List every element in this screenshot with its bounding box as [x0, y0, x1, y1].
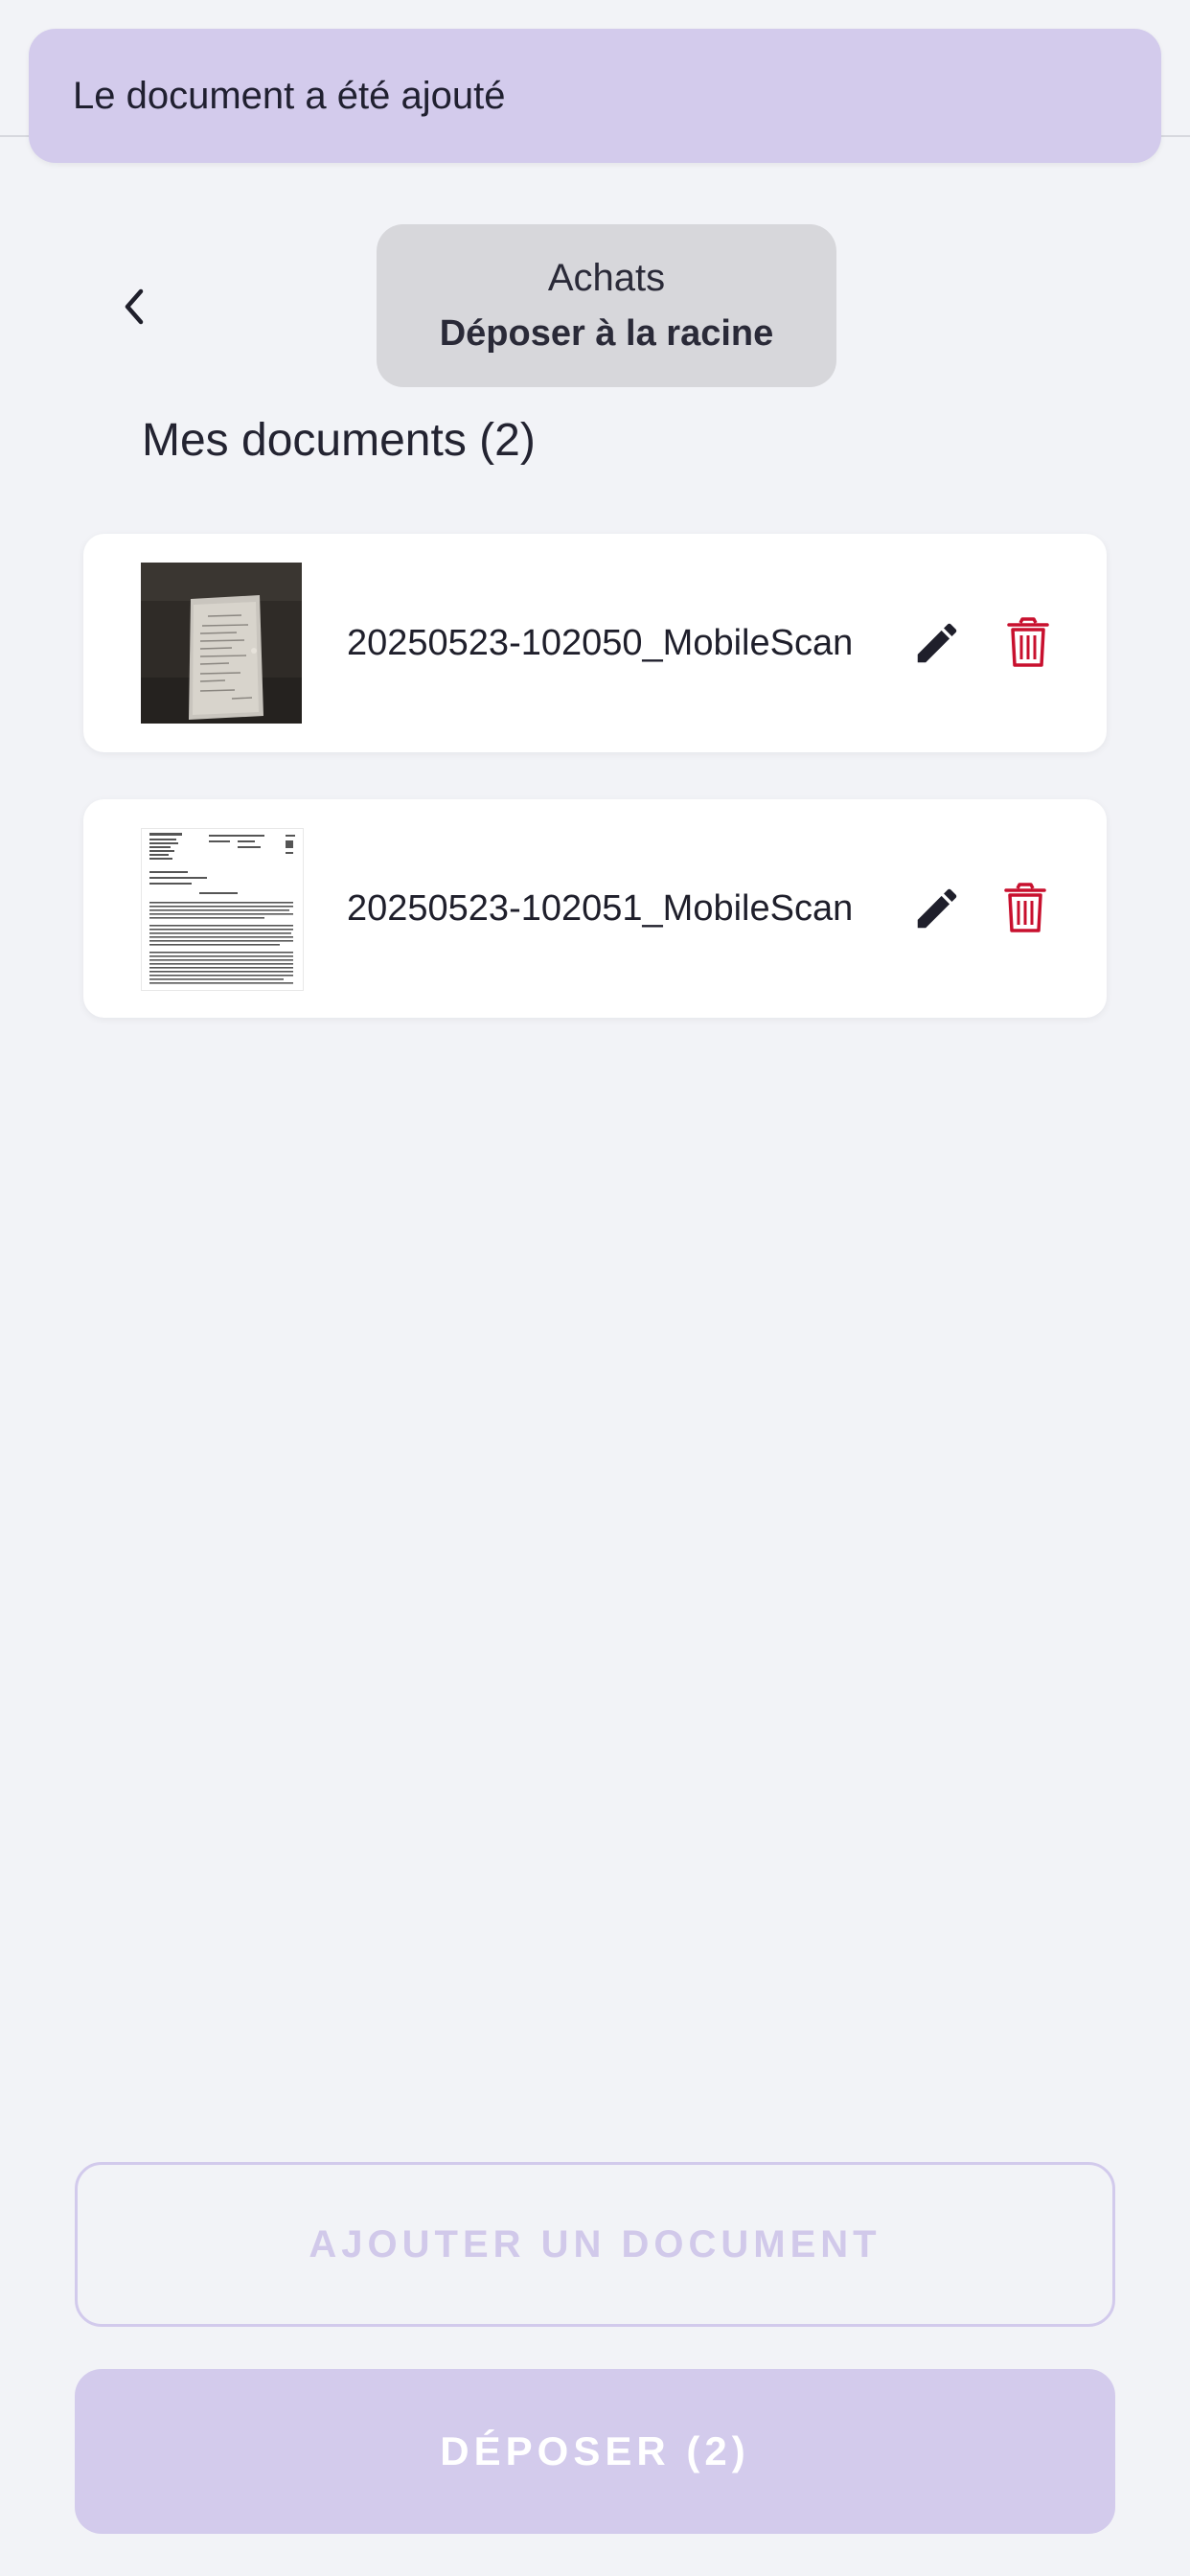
delete-button[interactable] — [994, 609, 1063, 678]
trash-icon — [1004, 883, 1046, 932]
delete-button[interactable] — [991, 874, 1060, 943]
document-card[interactable]: 20250523-102050_MobileScan — [83, 534, 1107, 752]
submit-label: DÉPOSER (2) — [440, 2428, 750, 2473]
section-title: Mes documents (2) — [142, 415, 536, 466]
toast-message: Le document a été ajouté — [73, 74, 506, 117]
receipt-photo-image — [141, 563, 302, 724]
chevron-left-icon — [125, 288, 144, 325]
add-document-label: AJOUTER UN DOCUMENT — [309, 2222, 881, 2266]
destination-subtitle: Déposer à la racine — [439, 313, 774, 354]
trash-icon — [1007, 617, 1049, 667]
document-thumbnail — [141, 563, 302, 724]
edit-button[interactable] — [903, 874, 972, 943]
document-card[interactable]: 20250523-102051_MobileScan — [83, 799, 1107, 1018]
destination-selector[interactable]: Achats Déposer à la racine — [377, 224, 836, 387]
destination-title: Achats — [547, 257, 666, 299]
document-scan-image — [142, 829, 303, 990]
toast-notification: Le document a été ajouté — [29, 29, 1161, 163]
submit-button[interactable]: DÉPOSER (2) — [75, 2369, 1115, 2534]
document-name: 20250523-102050_MobileScan — [347, 623, 854, 663]
add-document-button[interactable]: AJOUTER UN DOCUMENT — [75, 2162, 1115, 2327]
edit-button[interactable] — [903, 609, 972, 678]
document-name: 20250523-102051_MobileScan — [347, 888, 854, 929]
back-button[interactable] — [105, 278, 163, 335]
document-thumbnail — [141, 828, 304, 991]
pencil-icon — [917, 623, 957, 663]
pencil-icon — [917, 888, 957, 929]
